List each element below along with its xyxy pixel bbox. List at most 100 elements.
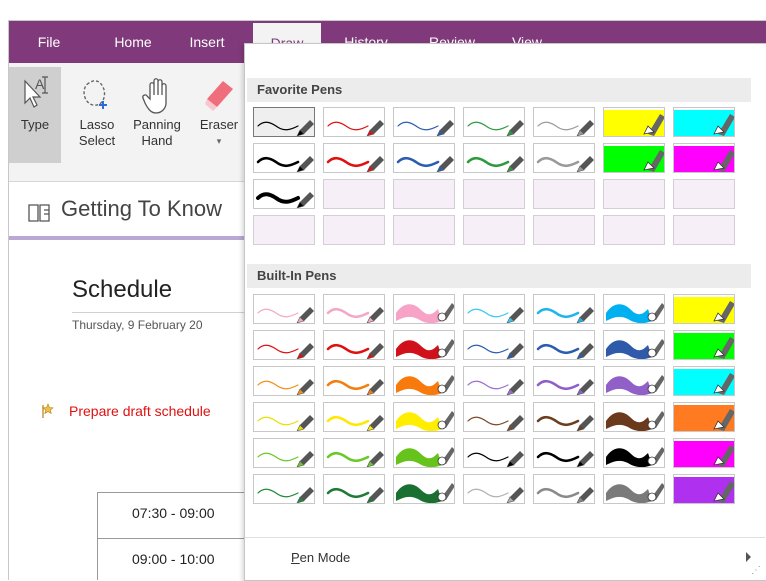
builtin-pen-swatch[interactable] <box>323 474 385 504</box>
builtin-pen-swatch[interactable] <box>533 294 595 324</box>
tab-file[interactable]: File <box>29 21 69 63</box>
favorite-pen-swatch[interactable] <box>673 107 735 137</box>
builtin-pen-swatch[interactable] <box>673 474 735 504</box>
favorite-pen-swatch <box>533 179 595 209</box>
favorite-pen-swatch <box>323 179 385 209</box>
notebook-icon <box>27 202 51 224</box>
builtin-pen-swatch[interactable] <box>533 402 595 432</box>
eraser-dropdown-arrow[interactable]: ▾ <box>193 133 245 149</box>
favorite-pen-swatch[interactable] <box>323 143 385 173</box>
tab-home[interactable]: Home <box>104 21 162 63</box>
builtin-pen-swatch[interactable] <box>393 294 455 324</box>
builtin-pen-swatch[interactable] <box>533 366 595 396</box>
favorite-pen-swatch[interactable] <box>603 143 665 173</box>
page-title[interactable]: Schedule <box>72 276 172 304</box>
builtin-pen-swatch[interactable] <box>323 438 385 468</box>
builtin-pen-swatch[interactable] <box>393 366 455 396</box>
notebook-title[interactable]: Getting To Know <box>61 196 222 222</box>
builtin-pen-swatch[interactable] <box>323 330 385 360</box>
table-cell: 09:00 - 10:00 <box>132 551 215 567</box>
builtin-pen-swatch[interactable] <box>323 294 385 324</box>
builtin-pen-swatch[interactable] <box>463 474 525 504</box>
builtin-pen-swatch[interactable] <box>603 474 665 504</box>
title-divider <box>72 312 252 313</box>
favorite-pen-swatch[interactable] <box>603 107 665 137</box>
favorite-pen-swatch <box>533 215 595 245</box>
favorite-pen-swatch <box>603 179 665 209</box>
resize-grip-icon[interactable]: ⋰ <box>751 565 761 576</box>
favorite-pen-swatch[interactable] <box>533 143 595 173</box>
lasso-label-1: Lasso <box>79 117 115 132</box>
builtin-pen-swatch[interactable] <box>323 402 385 432</box>
builtin-pen-swatch[interactable] <box>253 366 315 396</box>
favorite-pen-swatch <box>393 179 455 209</box>
favorite-pen-swatch[interactable] <box>673 143 735 173</box>
favorite-pen-swatch <box>463 215 525 245</box>
favorite-pen-swatch[interactable] <box>393 107 455 137</box>
favorite-pen-swatch <box>463 179 525 209</box>
builtin-pen-swatch[interactable] <box>393 330 455 360</box>
pen-mode-menu-item[interactable]: Pen Mode ⋰ <box>245 537 765 580</box>
todo-text: Prepare draft schedule <box>69 403 211 419</box>
builtin-pen-swatch[interactable] <box>533 474 595 504</box>
builtin-pen-swatch[interactable] <box>253 474 315 504</box>
todo-item[interactable]: Prepare draft schedule <box>39 403 211 419</box>
pen-mode-label: Pen Mode <box>291 550 350 565</box>
builtin-pen-swatch[interactable] <box>673 294 735 324</box>
builtin-pen-swatch[interactable] <box>673 330 735 360</box>
title-underline <box>9 236 249 240</box>
builtin-pen-swatch[interactable] <box>463 330 525 360</box>
builtin-pen-swatch[interactable] <box>533 330 595 360</box>
panning-hand-button[interactable]: Panning Hand <box>127 67 187 163</box>
page-date: Thursday, 9 February 20 <box>72 318 203 332</box>
lasso-icon <box>77 73 117 117</box>
builtin-pen-swatch[interactable] <box>393 402 455 432</box>
favorite-pen-swatch[interactable] <box>253 179 315 209</box>
favorite-pen-swatch <box>393 215 455 245</box>
tab-insert[interactable]: Insert <box>179 21 235 63</box>
favorite-pen-swatch[interactable] <box>533 107 595 137</box>
lasso-label-2: Select <box>78 133 116 148</box>
builtin-pen-swatch[interactable] <box>393 474 455 504</box>
builtin-pen-swatch[interactable] <box>393 438 455 468</box>
favorite-pen-swatch[interactable] <box>393 143 455 173</box>
pen-gallery-dropdown: Favorite Pens Built-In Pens Pen Mode ⋰ <box>244 43 766 581</box>
favorite-pen-swatch <box>323 215 385 245</box>
builtin-pen-swatch[interactable] <box>603 330 665 360</box>
builtin-pen-swatch[interactable] <box>463 294 525 324</box>
eraser-icon <box>199 73 239 117</box>
builtin-pen-swatch[interactable] <box>673 438 735 468</box>
table-row[interactable]: 07:30 - 09:00 <box>98 493 258 539</box>
favorite-pen-swatch[interactable] <box>463 107 525 137</box>
table-row[interactable]: 09:00 - 10:00 <box>98 539 258 580</box>
schedule-table: 07:30 - 09:00 09:00 - 10:00 <box>97 492 258 580</box>
builtin-pen-swatch[interactable] <box>673 366 735 396</box>
type-button[interactable]: A Type <box>9 67 61 163</box>
favorite-pen-swatch <box>673 215 735 245</box>
favorite-pen-swatch <box>673 179 735 209</box>
builtin-pen-swatch[interactable] <box>253 330 315 360</box>
builtin-pen-swatch[interactable] <box>463 402 525 432</box>
pen-mode-accel: P <box>291 550 300 565</box>
favorite-pen-swatch <box>603 215 665 245</box>
favorite-pen-swatch[interactable] <box>253 143 315 173</box>
builtin-pen-swatch[interactable] <box>323 366 385 396</box>
favorite-pen-swatch[interactable] <box>323 107 385 137</box>
builtin-pen-swatch[interactable] <box>463 366 525 396</box>
builtin-pen-swatch[interactable] <box>253 294 315 324</box>
builtin-pen-swatch[interactable] <box>603 294 665 324</box>
builtin-pen-swatch[interactable] <box>533 438 595 468</box>
hand-icon <box>137 73 177 117</box>
lasso-select-button[interactable]: Lasso Select <box>71 67 123 163</box>
favorite-pen-swatch[interactable] <box>463 143 525 173</box>
builtin-pen-swatch[interactable] <box>603 402 665 432</box>
builtin-pen-swatch[interactable] <box>253 402 315 432</box>
eraser-button[interactable]: Eraser ▾ <box>193 67 245 163</box>
favorite-pens-header: Favorite Pens <box>247 78 751 102</box>
builtin-pen-swatch[interactable] <box>673 402 735 432</box>
builtin-pen-swatch[interactable] <box>603 366 665 396</box>
builtin-pen-swatch[interactable] <box>253 438 315 468</box>
builtin-pen-swatch[interactable] <box>603 438 665 468</box>
builtin-pen-swatch[interactable] <box>463 438 525 468</box>
favorite-pen-swatch[interactable] <box>253 107 315 137</box>
